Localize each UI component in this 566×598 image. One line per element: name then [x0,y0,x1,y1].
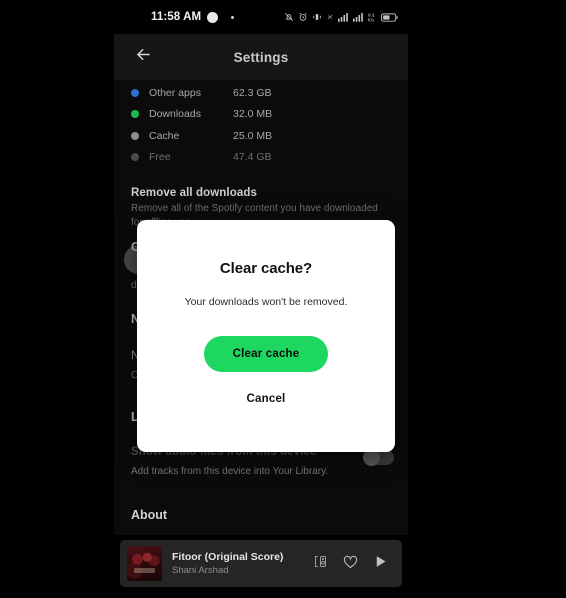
alarm-icon [298,12,308,22]
svg-text:K/s: K/s [368,17,374,22]
play-icon [373,554,388,574]
status-bar: 11:58 AM 9.4 K/s [114,0,408,34]
occluded-section-subtext: d [131,280,137,291]
legend-swatch-icon [131,153,139,162]
storage-legend: Other apps 62.3 GB Downloads 32.0 MB Cac… [114,80,408,168]
like-button[interactable] [335,549,365,579]
notification-off-icon [284,12,294,22]
connect-device-button[interactable] [305,549,335,579]
album-art [127,546,162,581]
clear-cache-dialog: Clear cache? Your downloads won't be rem… [137,220,395,452]
now-playing-bar[interactable]: Fitoor (Original Score) Shani Arshad [120,540,402,587]
now-playing-track-title: Fitoor (Original Score) [172,551,284,563]
local-files-toggle[interactable] [363,449,394,466]
battery-icon [381,12,398,22]
legend-swatch-icon [131,131,139,140]
legend-label: Free [149,151,171,164]
arrow-left-icon [134,45,153,69]
now-playing-text: Fitoor (Original Score) Shani Arshad [172,551,305,576]
data-transfer-icon [326,12,334,22]
network-speed-icon: 9.4 K/s [368,12,377,23]
dialog-message: Your downloads won't be removed. [184,296,348,308]
screenshot-root: 11:58 AM 9.4 K/s Settings Other apps 62.… [0,0,566,598]
now-playing-artist: Shani Arshad [172,565,229,576]
dialog-title: Clear cache? [219,260,313,277]
legend-label: Cache [149,129,180,142]
signal-bars-1-icon [338,12,349,22]
status-bar-right: 9.4 K/s [284,12,398,23]
legend-value: 25.0 MB [233,129,273,142]
local-files-subtitle: Add tracks from this device into Your Li… [131,466,329,477]
legend-row-other-apps: Other apps 62.3 GB [114,82,408,104]
about-heading: About [131,508,168,522]
play-button[interactable] [365,549,395,579]
remove-all-downloads-title: Remove all downloads [131,187,257,199]
legend-swatch-icon [131,88,139,97]
legend-value: 32.0 MB [233,108,273,121]
legend-label: Other apps [149,86,201,99]
legend-value: 62.3 GB [233,86,272,99]
cancel-button[interactable]: Cancel [237,389,296,409]
legend-swatch-icon [131,110,139,119]
legend-value: 47.4 GB [233,151,272,164]
legend-label: Downloads [149,108,201,121]
vibrate-icon [312,12,322,22]
signal-bars-2-icon [353,12,364,22]
back-button[interactable] [123,37,163,77]
heart-icon [342,553,359,575]
small-dot-icon [231,15,235,19]
status-bar-left: 11:58 AM [151,11,235,23]
status-bar-clock: 11:58 AM [151,11,202,23]
connect-device-icon [313,554,328,574]
app-bar: Settings [114,34,408,80]
clear-cache-confirm-button[interactable]: Clear cache [204,336,328,372]
legend-row-cache: Cache 25.0 MB [114,125,408,147]
legend-row-downloads: Downloads 32.0 MB [114,104,408,126]
legend-row-free: Free 47.4 GB [114,147,408,169]
circle-badge-icon [207,11,219,23]
